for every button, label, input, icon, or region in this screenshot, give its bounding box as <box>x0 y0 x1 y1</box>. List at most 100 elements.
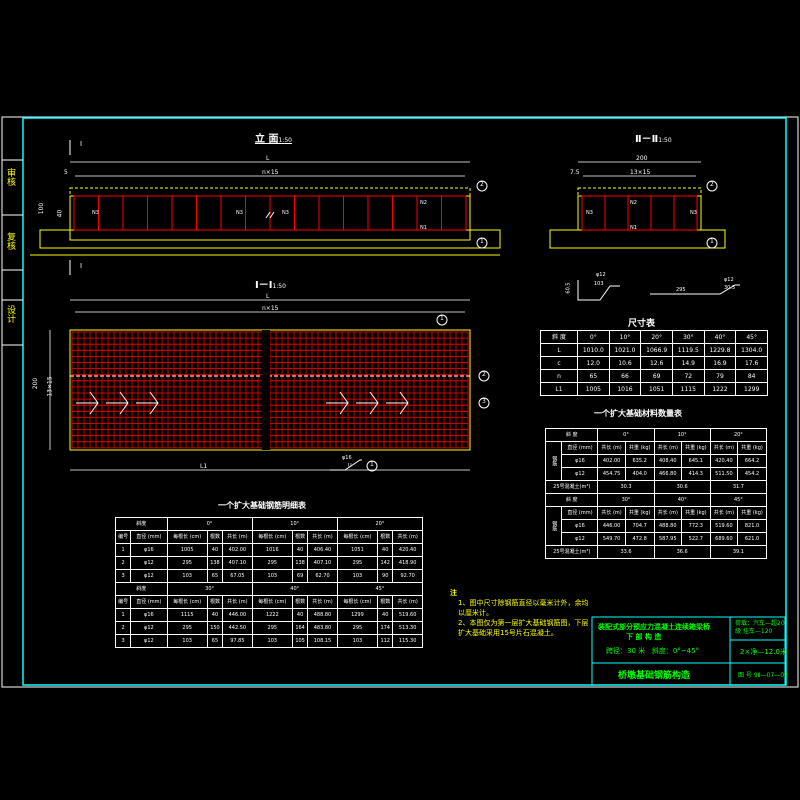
rebar-cell: 1299 <box>336 608 379 622</box>
material-sub: 共长 (m) <box>653 441 682 455</box>
dim-n15-elev: n×15 <box>262 169 279 176</box>
size-header-cell: 30° <box>671 330 705 344</box>
material-cell: 821.0 <box>737 519 767 533</box>
rebar-cell: 164 <box>291 621 309 635</box>
material-sub: 共重 (kg) <box>737 506 767 520</box>
rebar-cell: 40 <box>206 543 224 557</box>
material-side-label: 钢筋 <box>544 506 563 546</box>
dim-L-plan: L <box>266 293 270 300</box>
rebar-sub: 共长 (m) <box>392 530 423 544</box>
rebar-cell: φ12 <box>130 621 168 635</box>
rebar-cell: 40 <box>291 543 309 557</box>
material-head-angle: 20° <box>709 428 768 442</box>
rebar-head-row: 斜度 0° 10° 20° <box>115 517 424 531</box>
circle-label-2-plan: 2 <box>482 371 486 378</box>
rebar-cell: 105 <box>291 634 309 648</box>
material-conc-cell: 39.1 <box>709 545 768 559</box>
rebar-cell: 295 <box>336 556 379 570</box>
n-label-sec-3: N1 <box>630 225 637 231</box>
material-head-angle: 45° <box>709 493 768 507</box>
rebar-head-row: 斜度 30° 40° 45° <box>115 582 424 596</box>
rebar-cell: φ12 <box>130 634 168 648</box>
size-cell: 1229.8 <box>703 343 737 357</box>
material-cell: 772.3 <box>680 519 711 533</box>
material-cell: 402.00 <box>597 454 626 468</box>
rebar-sub: 共长 (m) <box>307 595 338 609</box>
note-item: 2、本图仅为第一层扩大基础钢筋图，下层扩大基础采用15号片石混凝土。 <box>458 619 589 637</box>
rebar-sub: 根数 <box>291 595 309 609</box>
material-cell: 635.2 <box>624 454 655 468</box>
size-cell: 1051 <box>640 382 673 396</box>
material-sub: 共重 (kg) <box>624 506 655 520</box>
title-block-number: 图 号 9Ⅱ—07—02 <box>738 672 788 679</box>
side-label-check: 复核 <box>5 232 15 250</box>
rebar-sub: 每根长 (cm) <box>336 595 379 609</box>
plan-scale: 1:50 <box>272 283 286 290</box>
size-cell: 1304.0 <box>735 343 768 357</box>
rebar-cell: 90 <box>377 569 394 583</box>
rebar-sub: 每根长 (cm) <box>251 530 293 544</box>
title-block-drawing: 桥墩基础钢筋构造 <box>618 671 691 681</box>
rebar-sub: 每根长 (cm) <box>336 530 379 544</box>
rebar-sub: 根数 <box>291 530 309 544</box>
rebar-sub: 每根长 (cm) <box>166 595 208 609</box>
rebar-cell: 402.00 <box>222 543 253 557</box>
material-table-title: 一个扩大基础材料数量表 <box>594 409 682 418</box>
material-cell: 522.7 <box>680 532 711 546</box>
circle-label-3-plan: 3 <box>482 398 486 405</box>
material-sub-row: 钢筋 直径 (mm) 共长 (m) 共重 (kg) 共长 (m) 共重 (kg)… <box>544 441 767 481</box>
dim-200-plan: 200 <box>32 377 40 390</box>
material-row: φ12 549.70 472.8 587.95 522.7 689.60 621.0 <box>546 532 767 546</box>
rebar-sub: 共长 (m) <box>307 530 338 544</box>
size-table-row: L1 1005 1016 1051 1115 1222 1299 <box>540 382 768 396</box>
rebar-cell: 442.50 <box>222 621 253 635</box>
rebar-cell: 407.10 <box>307 556 338 570</box>
n-label-elev-4: N2 <box>420 200 427 206</box>
callout-1-h: 60.5 <box>565 282 572 294</box>
size-cell: 69 <box>640 369 673 383</box>
callout-2-len: 295 <box>676 287 686 293</box>
rebar-row: 2 φ12 295 150 442.50 295 164 483.80 295 174 513.30 <box>114 621 423 635</box>
circle-label-2-sec: 2 <box>710 181 714 188</box>
rebar-sub: 直径 (mm) <box>130 595 168 609</box>
rebar-head: 30° <box>166 582 253 596</box>
material-sub: 共重 (kg) <box>737 441 767 455</box>
material-cell: 488.80 <box>653 519 682 533</box>
plan-title-text: Ⅰ－Ⅰ <box>255 280 273 291</box>
rebar-cell: 65 <box>206 634 224 648</box>
material-head-slope: 斜 度 <box>544 493 599 507</box>
rebar-sub: 共长 (m) <box>222 530 253 544</box>
size-cell: L1 <box>540 382 578 396</box>
size-cell: 84 <box>735 369 768 383</box>
material-conc-label: 25号混凝土(m³) <box>544 480 599 494</box>
circle-label-1-plan: 1 <box>440 315 444 322</box>
circle-label-2-elev: 2 <box>480 181 484 188</box>
elevation-title-text: 立 面 <box>255 134 279 145</box>
rebar-cell: 69 <box>291 569 309 583</box>
rebar-cell: 295 <box>336 621 379 635</box>
material-conc-cell: 36.6 <box>653 545 711 559</box>
rebar-cell: 1222 <box>251 608 293 622</box>
title-block-load: 荷载：汽车—超20级 挂车—120 <box>735 620 785 635</box>
plan-title: Ⅰ－Ⅰ1:50 <box>255 276 286 291</box>
rebar-cell: 97.85 <box>222 634 253 648</box>
size-header-cell: 10° <box>608 330 642 344</box>
material-cell: 549.70 <box>597 532 626 546</box>
n-label-sec-1: N3 <box>586 210 593 216</box>
size-table: 斜 度 0° 10° 20° 30° 40° 45° L 1010.0 1021.0… <box>540 330 768 396</box>
material-conc-cell: 33.6 <box>597 545 655 559</box>
rebar-head: 45° <box>336 582 424 596</box>
rebar-cell: 1 <box>114 543 132 557</box>
material-cell: 587.95 <box>653 532 682 546</box>
rebar-cell: 1 <box>114 608 132 622</box>
rebar-cell: 108.15 <box>307 634 338 648</box>
dim-n15-plan: n×15 <box>262 305 279 312</box>
material-cell: 519.60 <box>709 519 739 533</box>
size-cell: 1222 <box>703 382 737 396</box>
rebar-row: 1 φ16 1005 40 402.00 1016 40 406.40 1051 40 420.40 <box>114 543 423 557</box>
title-block-span: 跨径：30 米 斜度：0°~45° <box>606 646 699 656</box>
rebar-cell: 1051 <box>336 543 379 557</box>
rebar-cell: 295 <box>166 621 208 635</box>
material-conc-cell: 31.7 <box>709 480 768 494</box>
dim-100-elev: 100 <box>38 202 46 215</box>
